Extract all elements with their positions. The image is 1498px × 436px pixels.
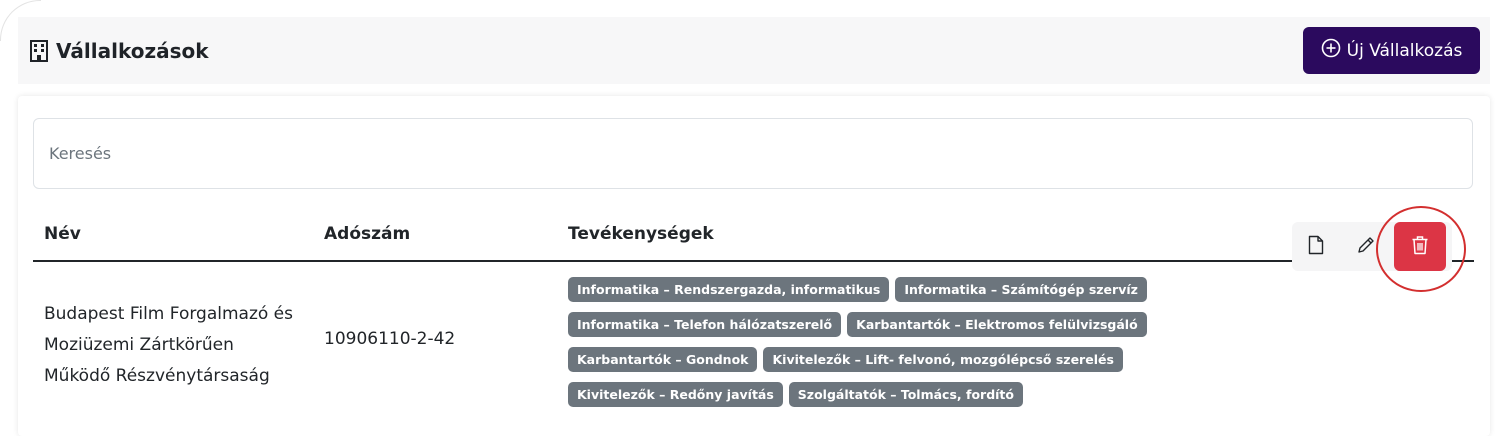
view-button[interactable] bbox=[1292, 222, 1340, 271]
activity-badge: Informatika – Telefon hálózatszerelő bbox=[568, 312, 842, 337]
activity-badge: Informatika – Számítógép szervíz bbox=[895, 277, 1147, 302]
activity-badge: Szolgáltatók – Tolmács, fordító bbox=[788, 382, 1023, 407]
activities-cell: Informatika – Rendszergazda, informatiku… bbox=[568, 277, 1208, 417]
business-name-line: Moziüzemi Zártkörűen bbox=[44, 335, 234, 355]
activity-badge: Karbantartók – Elektromos felülvizsgáló bbox=[847, 312, 1147, 337]
tax-number-cell: 10906110-2-42 bbox=[324, 329, 456, 349]
activity-badge: Kivitelezők – Redőny javítás bbox=[568, 382, 783, 407]
activity-badge: Informatika – Rendszergazda, informatiku… bbox=[568, 277, 890, 302]
column-header-name: Név bbox=[44, 224, 81, 244]
row-actions bbox=[1292, 222, 1452, 271]
table-header-divider bbox=[33, 260, 1474, 262]
column-header-tax-number: Adószám bbox=[324, 224, 411, 244]
business-name-line: Működő Részvénytársaság bbox=[44, 366, 270, 386]
delete-button[interactable] bbox=[1394, 222, 1446, 271]
business-name-line: Budapest Film Forgalmazó és bbox=[44, 304, 293, 324]
new-business-button[interactable]: Új Vállalkozás bbox=[1303, 27, 1480, 74]
page-title-group: Vállalkozások bbox=[30, 17, 209, 84]
edit-button[interactable] bbox=[1342, 222, 1390, 271]
building-icon bbox=[30, 39, 48, 62]
search-input[interactable] bbox=[33, 118, 1473, 189]
plus-circle-icon bbox=[1321, 38, 1341, 63]
pencil-icon bbox=[1356, 235, 1376, 258]
activity-badge: Karbantartók – Gondnok bbox=[568, 347, 758, 372]
new-business-label: Új Vállalkozás bbox=[1346, 40, 1463, 61]
column-header-activities: Tevékenységek bbox=[568, 224, 714, 244]
file-icon bbox=[1308, 235, 1324, 258]
trash-icon bbox=[1411, 235, 1429, 258]
business-name-cell: Budapest Film Forgalmazó és Moziüzemi Zá… bbox=[44, 299, 314, 392]
page-header: Vállalkozások Új Vállalkozás bbox=[18, 17, 1490, 84]
businesses-card: Név Adószám Tevékenységek Budapest Film … bbox=[18, 96, 1490, 436]
page-title: Vállalkozások bbox=[56, 38, 209, 63]
activity-badge: Kivitelezők – Lift- felvonó, mozgólépcső… bbox=[763, 347, 1123, 372]
